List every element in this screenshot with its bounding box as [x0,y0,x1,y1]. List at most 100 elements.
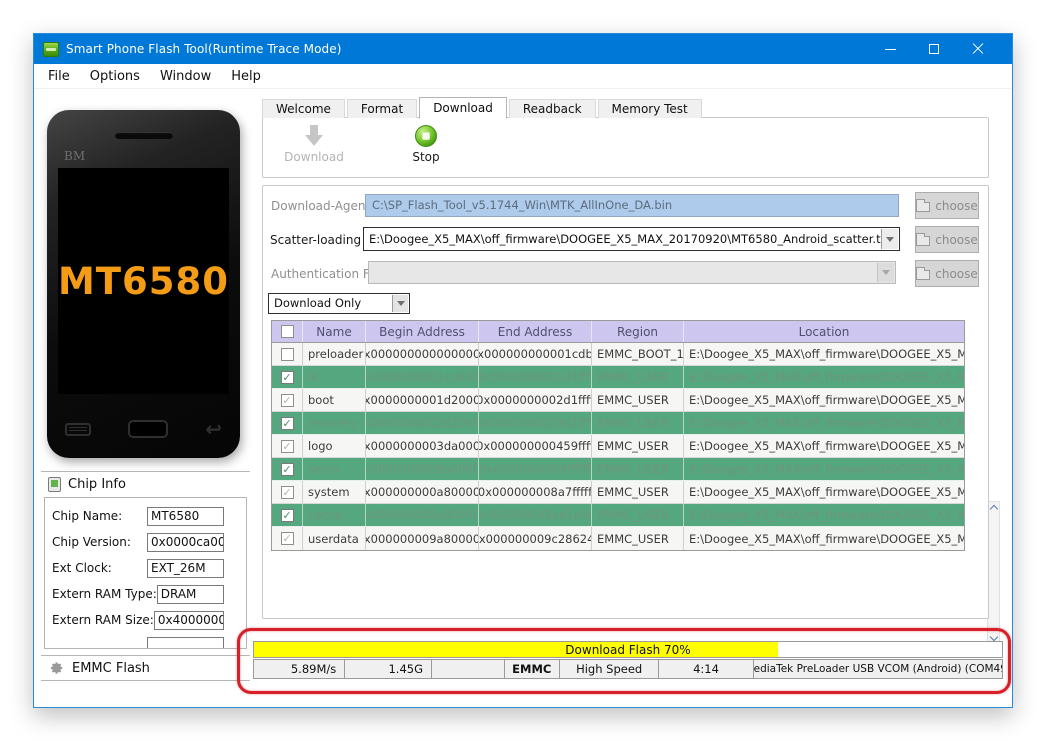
tab-welcome[interactable]: Welcome [262,99,345,118]
select-all-checkbox[interactable] [280,325,294,338]
menu-key-icon [65,422,91,436]
scroll-up-icon[interactable] [989,504,999,514]
end-address-cell: 0x000000008a7fffff [479,481,592,503]
dropdown-arrow-icon[interactable] [881,229,898,249]
tab-format[interactable]: Format [346,99,418,118]
partition-row-logo[interactable]: ✓ logo0x0000000003da00000x000000000459fff… [272,435,964,458]
row-checkbox-cell: ✓ [272,366,303,388]
partition-row-secro[interactable]: ✓ secro0x0000000009a000000x0000000009ffff… [272,458,964,481]
flash-mode-select[interactable]: Download Only [268,293,410,314]
download-agent-field[interactable]: C:\SP_Flash_Tool_v5.1744_Win\MTK_AllInOn… [365,194,899,217]
chip-field-value: EXT_26M [147,558,224,578]
name-cell: userdata [303,527,366,550]
menu-file[interactable]: File [34,64,80,89]
dropdown-arrow-icon[interactable] [392,295,408,312]
end-address-cell: 0x000000008ae1a0cf [479,504,592,526]
stop-icon [415,125,437,147]
region-cell: EMMC_USER [592,435,684,457]
status-cell-3: EMMC [505,660,560,678]
name-cell: lk [303,366,366,388]
auth-file-combobox[interactable] [368,261,896,284]
name-cell: recovery [303,412,366,434]
phone-screen: MT6580 [58,168,229,394]
partition-table: Name Begin Address End Address Region Locati… [271,320,965,551]
end-address-cell: 0x0000000001d1ffff [479,366,592,388]
row-checkbox[interactable]: ✓ [280,508,294,522]
partition-row-system[interactable]: ✓ system0x000000000a8000000x000000008a7ff… [272,481,964,504]
download-tab-panel: Download-Agent C:\SP_Flash_Tool_v5.1744_… [262,185,989,619]
tab-bar: Welcome Format Download Readback Memory Test [262,96,704,119]
location-cell: E:\Doogee_X5_MAX\off_firmware\DOOGEE_X5_… [689,393,964,407]
folder-icon [916,266,931,280]
row-checkbox-cell: ✓ [272,389,303,411]
row-checkbox[interactable] [280,347,294,361]
home-key-icon [128,420,169,438]
auth-file-choose-button[interactable]: choose [915,260,979,287]
row-checkbox[interactable]: ✓ [280,416,294,430]
status-cell-1: 1.45G [345,660,433,678]
name-cell: system [303,481,366,503]
emmc-flash-section[interactable]: EMMC Flash [41,655,250,681]
title-bar: Smart Phone Flash Tool(Runtime Trace Mod… [34,34,1012,64]
chip-field-label: Extern RAM Size: [52,613,154,627]
location-cell: E:\Doogee_X5_MAX\off_firmware\DOOGEE_X5_… [689,485,964,499]
tab-download[interactable]: Download [419,97,507,119]
begin-address-cell: 0x0000000000000000 [366,343,479,365]
row-checkbox[interactable]: ✓ [280,439,294,453]
column-header-end-address: End Address [479,321,592,342]
chip-field-row-partial [52,633,224,648]
row-checkbox[interactable]: ✓ [280,462,294,476]
region-cell: EMMC_BOOT_1 [592,343,684,365]
close-icon [972,43,984,55]
progress-label: Download Flash 70% [565,642,691,657]
row-checkbox[interactable]: ✓ [280,532,294,545]
status-cell-0: 5.89M/s [254,660,346,678]
chip-field-row: Ext Clock: EXT_26M [52,555,224,581]
minimize-button[interactable] [868,34,912,64]
name-cell: cache [303,504,366,526]
row-checkbox-cell: ✓ [272,527,303,550]
auth-file-label: Authentication File [271,267,383,281]
chip-field-label: Extern RAM Type: [52,587,157,601]
partition-row-lk[interactable]: ✓lk0x0000000001cc00000x0000000001d1ffffE… [272,366,964,389]
scroll-down-icon[interactable] [989,632,999,642]
download-arrow-icon [305,125,323,147]
menu-window[interactable]: Window [150,64,221,89]
chip-info-panel: Chip Name: MT6580 Chip Version: 0x0000ca00 E… [44,497,247,649]
partition-row-preloader[interactable]: preloader0x00000000000000000x00000000000… [272,343,964,366]
chip-field-row: Chip Version: 0x0000ca00 [52,529,224,555]
status-cell-2 [432,660,505,678]
location-cell: E:\Doogee_X5_MAX\off_firmware\DOOGEE_X5_… [689,416,964,430]
location-cell: E:\Doogee_X5_MAX\off_firmware\DOOGEE_X5_… [689,462,964,476]
tab-memory-test[interactable]: Memory Test [597,99,702,118]
row-checkbox[interactable]: ✓ [280,370,294,384]
name-cell: preloader [303,343,366,365]
stop-button[interactable]: Stop [391,125,461,164]
end-address-cell: 0x0000000002d1ffff [479,389,592,411]
window-title: Smart Phone Flash Tool(Runtime Trace Mod… [66,42,342,56]
chip-info-title: Chip Info [68,476,126,492]
partition-row-userdata[interactable]: ✓ userdata0x000000009a8000000x000000009c2… [272,527,964,550]
row-checkbox[interactable]: ✓ [280,393,294,407]
partition-row-cache[interactable]: ✓ cache0x000000008a8000000x000000008ae1a0… [272,504,964,527]
status-cell-6: MediaTek PreLoader USB VCOM (Android) (C… [753,663,1002,675]
tab-readback[interactable]: Readback [508,99,596,118]
end-address-cell: 0x000000000001cdb7 [479,343,592,365]
partition-row-boot[interactable]: ✓ boot0x0000000001d200000x0000000002d1fff… [272,389,964,412]
scatter-file-combobox[interactable]: E:\Doogee_X5_MAX\off_firmware\DOOGEE_X5_… [363,227,900,251]
menu-help[interactable]: Help [221,64,271,89]
download-button[interactable]: Download [279,125,349,164]
download-agent-choose-button[interactable]: choose [915,192,979,219]
menu-options[interactable]: Options [80,64,150,89]
partition-row-recovery[interactable]: ✓ recovery0x0000000002d200000x0000000003d… [272,412,964,435]
emmc-flash-label: EMMC Flash [72,660,150,676]
scatter-file-choose-button[interactable]: choose [915,226,979,253]
app-window: Smart Phone Flash Tool(Runtime Trace Mod… [33,33,1013,708]
close-button[interactable] [956,34,1000,64]
download-agent-label: Download-Agent [271,199,371,213]
chip-field-value: 0x40000000 [153,610,224,630]
chip-field-label: Chip Name: [52,509,123,523]
status-bar: 5.89M/s 1.45G EMMC High Speed 4:14 MediaTek P… [253,659,1003,679]
row-checkbox[interactable]: ✓ [280,485,294,499]
maximize-button[interactable] [912,34,956,64]
